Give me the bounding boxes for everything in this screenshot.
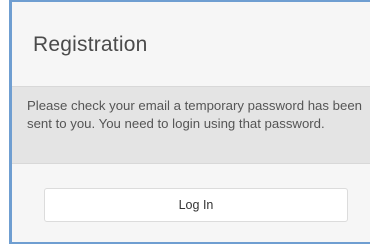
dialog-footer: Log In xyxy=(12,164,370,242)
dialog-title: Registration xyxy=(33,33,148,56)
message-bar: Please check your email a temporary pass… xyxy=(12,86,370,164)
temporary-password-message: Please check your email a temporary pass… xyxy=(27,98,362,131)
registration-window: Registration Please check your email a t… xyxy=(0,0,370,244)
log-in-button[interactable]: Log In xyxy=(44,188,348,222)
dialog-header: Registration xyxy=(12,2,370,86)
registration-dialog: Registration Please check your email a t… xyxy=(12,2,370,242)
